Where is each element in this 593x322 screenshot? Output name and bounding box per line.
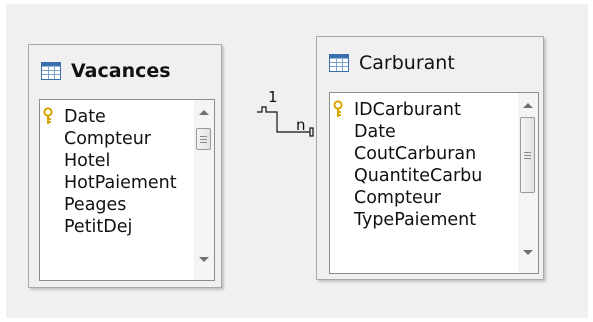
scroll-up-arrow-icon[interactable]	[199, 110, 209, 115]
scrollbar-thumb[interactable]	[520, 117, 535, 193]
field-label: Peages	[64, 195, 127, 215]
field-label: IDCarburant	[354, 100, 461, 120]
field-label: HotPaiement	[64, 173, 177, 193]
field-label: Compteur	[64, 129, 151, 149]
field-row-compteur[interactable]: Compteur	[330, 187, 441, 209]
field-label: PetitDej	[64, 217, 133, 237]
table-window-carburant[interactable]: Carburant IDCarburant Date CoutCarburan …	[316, 36, 544, 280]
field-label: CoutCarburan	[354, 144, 477, 164]
table-title-bar[interactable]: Carburant	[317, 37, 543, 89]
table-name: Vacances	[71, 60, 171, 82]
field-row-typepaiement[interactable]: TypePaiement	[330, 209, 476, 231]
field-label: QuantiteCarbu	[354, 166, 483, 186]
key-slot	[330, 99, 354, 121]
field-label: Hotel	[64, 151, 111, 171]
table-name: Carburant	[359, 52, 455, 74]
field-row-date[interactable]: Date	[330, 121, 396, 143]
scroll-down-arrow-icon[interactable]	[523, 250, 533, 255]
table-icon	[329, 54, 349, 72]
field-row-idcarburant[interactable]: IDCarburant	[330, 99, 461, 121]
field-row-peages[interactable]: Peages	[40, 194, 126, 216]
table-window-vacances[interactable]: Vacances Date Compteur Hotel HotPaiement…	[28, 44, 222, 288]
scroll-down-arrow-icon[interactable]	[199, 257, 209, 262]
vertical-scrollbar[interactable]	[194, 100, 214, 280]
cardinality-many-label: n	[296, 116, 306, 134]
table-design-area: Vacances Date Compteur Hotel HotPaiement…	[6, 4, 588, 318]
field-row-compteur[interactable]: Compteur	[40, 128, 151, 150]
field-row-petitdej[interactable]: PetitDej	[40, 216, 132, 238]
field-label: TypePaiement	[354, 210, 477, 230]
field-label: Date	[354, 122, 396, 142]
vertical-scrollbar[interactable]	[518, 93, 538, 273]
scrollbar-thumb[interactable]	[196, 128, 211, 150]
table-icon	[41, 62, 61, 80]
field-row-coutcarburant[interactable]: CoutCarburan	[330, 143, 476, 165]
primary-key-icon	[43, 107, 53, 124]
scroll-up-arrow-icon[interactable]	[523, 103, 533, 108]
cardinality-one-label: 1	[268, 88, 278, 106]
field-row-hotpaiement[interactable]: HotPaiement	[40, 172, 177, 194]
field-row-quantitecarburant[interactable]: QuantiteCarbu	[330, 165, 482, 187]
field-row-date[interactable]: Date	[40, 106, 106, 128]
field-list[interactable]: IDCarburant Date CoutCarburan QuantiteCa…	[329, 92, 539, 274]
field-label: Date	[64, 107, 106, 127]
table-title-bar[interactable]: Vacances	[29, 45, 221, 97]
field-list[interactable]: Date Compteur Hotel HotPaiement Peages P…	[39, 99, 215, 281]
query-design-canvas: Vacances Date Compteur Hotel HotPaiement…	[0, 0, 593, 322]
field-row-hotel[interactable]: Hotel	[40, 150, 110, 172]
primary-key-icon	[333, 100, 343, 117]
key-slot	[40, 106, 64, 128]
field-label: Compteur	[354, 188, 441, 208]
